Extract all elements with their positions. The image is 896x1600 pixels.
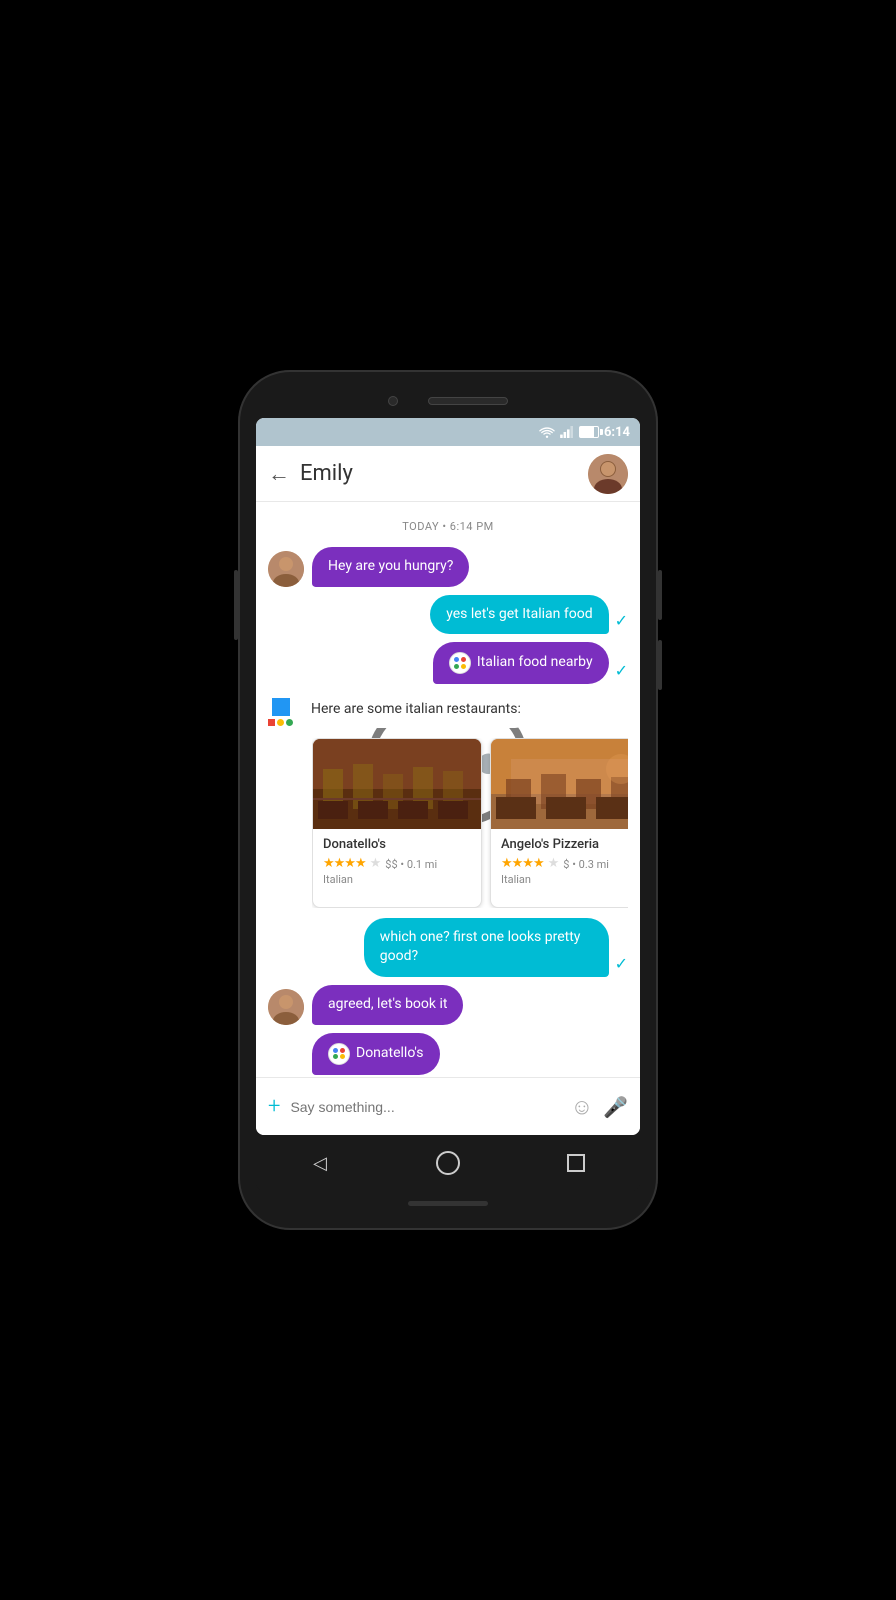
read-receipt-2: ✓ — [615, 611, 628, 630]
assistant-icon-inline — [449, 652, 471, 674]
phone-bottom-bar — [256, 1191, 640, 1212]
read-receipt-3: ✓ — [615, 661, 628, 680]
restaurant-cuisine-1: Italian — [323, 873, 471, 886]
nav-back-button[interactable]: ◁ — [300, 1143, 340, 1183]
restaurant-card-2[interactable]: Angelo's Pizzeria ★★★★★ $ • 0.3 mi Itali… — [490, 738, 628, 908]
sender-avatar-6 — [268, 989, 304, 1025]
wifi-icon — [539, 426, 555, 438]
phone-screen: 6:14 ← Emily 💬 — [256, 418, 640, 1135]
sender-avatar-1 — [268, 551, 304, 587]
signal-icon — [560, 426, 574, 438]
message-row-2: yes let's get Italian food ✓ — [268, 595, 628, 635]
restaurant-cuisine-2: Italian — [501, 873, 628, 886]
speaker — [428, 397, 508, 405]
nav-home-button[interactable] — [428, 1143, 468, 1183]
volume-button[interactable] — [234, 570, 238, 640]
back-button[interactable]: ← — [268, 461, 290, 487]
assistant-message-row: Here are some italian restaurants: — [268, 692, 628, 728]
input-bar: + ☺ 🎤 — [256, 1077, 640, 1135]
restaurant-info-1: Donatello's ★★★★★ $$ • 0.1 mi Italian — [313, 829, 481, 894]
assistant-blue-dot — [272, 698, 290, 716]
restaurant-image-2 — [491, 739, 628, 829]
home-indicator — [408, 1201, 488, 1206]
message-bubble-3: Italian food nearby — [433, 642, 609, 684]
nav-recents-button[interactable] — [556, 1143, 596, 1183]
message-row-3: Italian food nearby ✓ — [268, 642, 628, 684]
restaurant-price-dist-2: $ • 0.3 mi — [563, 858, 609, 871]
message-row-1: Hey are you hungry? — [268, 547, 628, 587]
restaurant-info-2: Angelo's Pizzeria ★★★★★ $ • 0.3 mi Itali… — [491, 829, 628, 894]
restaurant-image-1 — [313, 739, 481, 829]
attach-button[interactable]: + — [268, 1094, 280, 1119]
chat-area: 💬 TODAY • 6:14 PM Hey are you hungry? — [256, 502, 640, 1077]
message-bubble-7: Donatello's — [312, 1033, 440, 1075]
message-input[interactable] — [290, 1089, 560, 1125]
phone-outer: 6:14 ← Emily 💬 — [238, 370, 658, 1230]
nav-bar: ◁ — [256, 1135, 640, 1191]
power-button-top[interactable] — [658, 570, 662, 620]
message-bubble-2: yes let's get Italian food — [430, 595, 608, 635]
message-row-5: which one? first one looks pretty good? … — [268, 918, 628, 977]
assistant-icon-inline-2 — [328, 1043, 350, 1065]
message-bubble-5: which one? first one looks pretty good? — [364, 918, 609, 977]
mic-button[interactable]: 🎤 — [603, 1095, 628, 1119]
contact-avatar[interactable] — [588, 454, 628, 494]
restaurant-name-2: Angelo's Pizzeria — [501, 837, 628, 852]
restaurant-stars-2: ★★★★ — [501, 856, 544, 871]
power-button-bottom[interactable] — [658, 640, 662, 690]
status-icons: 6:14 — [539, 425, 630, 440]
restaurant-cards: Donatello's ★★★★★ $$ • 0.1 mi Italian — [312, 738, 628, 908]
assistant-bubble: Here are some italian restaurants: — [299, 692, 533, 728]
app-header: ← Emily — [256, 446, 640, 502]
status-bar: 6:14 — [256, 418, 640, 446]
battery-icon — [579, 426, 599, 438]
restaurant-name-1: Donatello's — [323, 837, 471, 852]
phone-top-bar — [256, 388, 640, 418]
status-time: 6:14 — [604, 425, 630, 440]
restaurant-stars-1: ★★★★ — [323, 856, 366, 871]
camera — [388, 396, 398, 406]
message-bubble-6: agreed, let's book it — [312, 985, 463, 1025]
message-row-6: agreed, let's book it — [268, 985, 628, 1025]
chat-timestamp: TODAY • 6:14 PM — [268, 520, 628, 533]
emoji-button[interactable]: ☺ — [571, 1094, 593, 1120]
restaurant-price-dist-1: $$ • 0.1 mi — [385, 858, 437, 871]
restaurant-card-1[interactable]: Donatello's ★★★★★ $$ • 0.1 mi Italian — [312, 738, 482, 908]
contact-name: Emily — [300, 461, 588, 486]
assistant-color-dots — [268, 719, 293, 726]
message-bubble-1: Hey are you hungry? — [312, 547, 469, 587]
message-row-7: Donatello's — [268, 1033, 628, 1075]
avatar-image — [588, 454, 628, 494]
read-receipt-5: ✓ — [615, 954, 628, 973]
